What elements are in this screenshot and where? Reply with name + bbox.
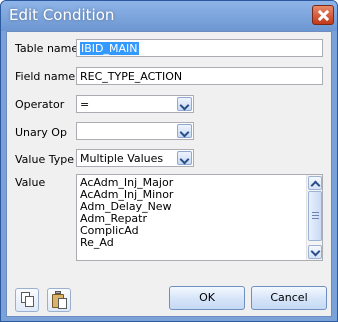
operator-value: = [80,98,90,111]
value-list: AcAdm_Inj_Major AcAdm_Inj_Minor Adm_Dela… [77,177,305,249]
cancel-button[interactable]: Cancel [251,286,327,310]
ok-button[interactable]: OK [169,286,245,310]
value-label: Value [15,176,46,189]
close-button[interactable] [312,5,334,25]
copy-button[interactable] [15,288,39,312]
operator-label: Operator [15,98,65,111]
edit-condition-dialog: Edit Condition Table name IBID_MAIN Fiel… [0,0,338,322]
dialog-title: Edit Condition [9,6,115,24]
operator-select[interactable]: = [76,95,194,113]
value-type-select[interactable]: Multiple Values [76,149,194,167]
chevron-down-icon[interactable] [177,151,192,165]
scroll-up-icon[interactable] [308,176,322,190]
list-item[interactable]: Re_Ad [77,237,305,249]
value-listbox[interactable]: AcAdm_Inj_Major AcAdm_Inj_Minor Adm_Dela… [76,174,323,261]
dialog-body: Table name IBID_MAIN Field name REC_TYPE… [6,31,332,317]
scroll-thumb[interactable] [308,191,322,241]
table-name-field[interactable]: IBID_MAIN [76,39,323,57]
chevron-down-icon[interactable] [177,124,192,138]
paste-button[interactable] [47,288,71,312]
chevron-down-icon[interactable] [177,97,192,111]
table-name-label: Table name [15,42,79,55]
scroll-down-icon[interactable] [308,245,322,259]
field-name-field[interactable]: REC_TYPE_ACTION [76,67,323,85]
title-bar[interactable]: Edit Condition [1,1,337,31]
unary-op-select[interactable] [76,122,194,140]
table-name-value: IBID_MAIN [80,42,139,55]
value-type-label: Value Type [15,153,74,166]
unary-op-label: Unary Op [15,126,67,139]
value-type-value: Multiple Values [80,152,164,165]
grip-icon [312,212,319,219]
field-name-label: Field name [15,70,76,83]
value-scrollbar[interactable] [306,175,322,260]
